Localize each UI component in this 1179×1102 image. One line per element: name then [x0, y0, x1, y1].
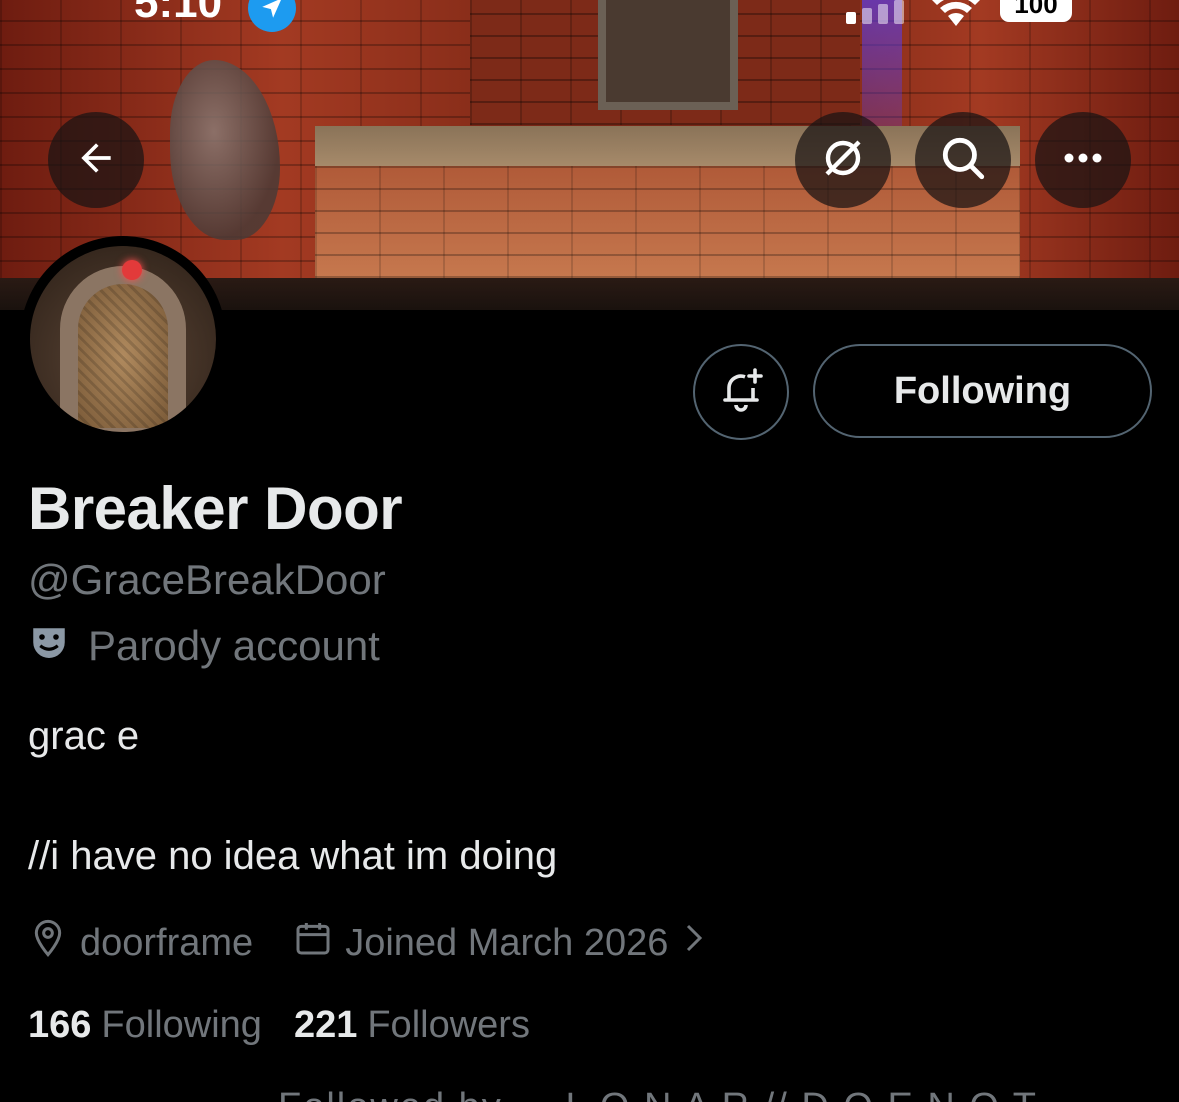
status-time: 5:10 — [134, 0, 223, 27]
display-name: Breaker Door — [28, 475, 403, 542]
following-stat[interactable]: 166 Following — [28, 1004, 262, 1047]
chevron-right-icon — [680, 920, 708, 966]
avatar[interactable] — [20, 236, 226, 442]
followers-stat[interactable]: 221 Followers — [294, 1004, 530, 1047]
following-count: 166 — [28, 1004, 92, 1046]
bio-line-2: //i have no idea what im doing — [28, 834, 558, 878]
battery-indicator: 100 — [1000, 0, 1072, 22]
parody-label-text: Parody account — [88, 622, 380, 669]
search-button[interactable] — [915, 112, 1011, 208]
back-button[interactable] — [48, 112, 144, 208]
parody-label: Parody account — [28, 622, 380, 670]
joined-text: Joined March 2026 — [345, 921, 669, 964]
avatar-door-light — [122, 260, 142, 280]
notifications-button[interactable] — [693, 344, 789, 440]
cellular-signal-icon — [846, 0, 904, 24]
username-handle: @GraceBreakDoor — [28, 556, 386, 603]
follow-stats: 166 Following 221 Followers — [28, 1004, 530, 1047]
bio-line-1: grac e — [28, 714, 140, 758]
following-button[interactable]: Following — [813, 344, 1152, 438]
location-pin-icon — [28, 918, 68, 968]
grok-button[interactable] — [795, 112, 891, 208]
arrow-left-icon — [74, 136, 118, 185]
theater-masks-icon — [28, 623, 70, 670]
followers-label: Followers — [367, 1004, 530, 1046]
followers-count: 221 — [293, 1004, 358, 1046]
more-button[interactable] — [1035, 112, 1131, 208]
location-text: doorframe — [80, 921, 254, 964]
profile-meta: doorframe Joined March 2026 — [28, 918, 708, 968]
following-label: Following — [101, 1004, 262, 1046]
slash-circle-icon — [819, 134, 867, 187]
joined-date[interactable]: Joined March 2026 — [293, 918, 708, 968]
bell-plus-icon — [717, 366, 765, 419]
followed-by-text[interactable]: Followed by ... L O N A R // D O E N O T — [278, 1086, 1038, 1102]
calendar-icon — [293, 918, 333, 968]
banner-platform — [315, 166, 1020, 278]
avatar-door — [60, 266, 186, 432]
location: doorframe — [28, 918, 253, 968]
banner-back-door — [598, 0, 738, 110]
avatar-image — [30, 246, 216, 432]
more-horizontal-icon — [1061, 151, 1105, 169]
search-icon — [938, 133, 988, 188]
wifi-icon — [928, 0, 984, 33]
